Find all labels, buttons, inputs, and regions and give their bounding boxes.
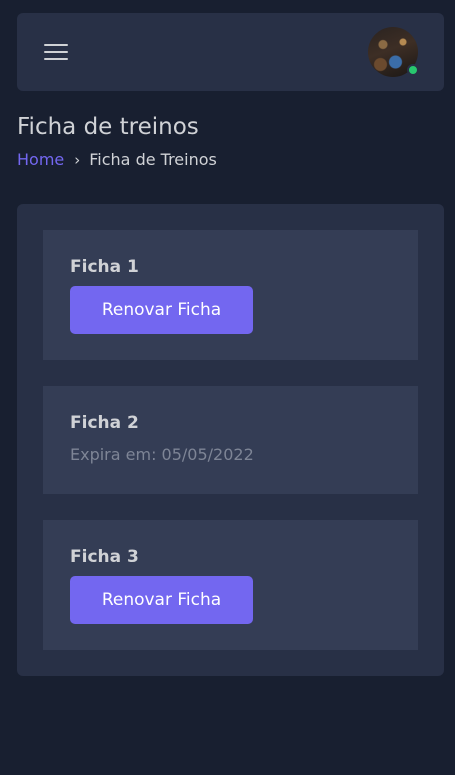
ficha-title: Ficha 2	[70, 413, 139, 433]
hamburger-menu-icon[interactable]	[44, 42, 70, 62]
renovar-ficha-button[interactable]: Renovar Ficha	[70, 576, 253, 624]
menu-line	[44, 58, 68, 60]
chevron-right-icon: ›	[74, 151, 81, 169]
ficha-item-3: Ficha 3 Renovar Ficha	[43, 520, 418, 650]
menu-line	[44, 44, 68, 46]
fichas-card: Ficha 1 Renovar Ficha Ficha 2 Expira em:…	[17, 204, 444, 676]
breadcrumb: Home › Ficha de Treinos	[17, 149, 217, 171]
menu-line	[44, 51, 68, 53]
online-status-dot	[407, 64, 419, 76]
ficha-expiry-text: Expira em: 05/05/2022	[70, 445, 254, 464]
user-avatar[interactable]	[368, 27, 419, 77]
page: Ficha de treinos Home › Ficha de Treinos…	[0, 0, 455, 775]
top-navbar	[17, 13, 444, 91]
ficha-title: Ficha 1	[70, 257, 139, 277]
ficha-item-1: Ficha 1 Renovar Ficha	[43, 230, 418, 360]
ficha-title: Ficha 3	[70, 547, 139, 567]
breadcrumb-home-link[interactable]: Home	[17, 149, 64, 171]
breadcrumb-current: Ficha de Treinos	[89, 150, 217, 169]
renovar-ficha-button[interactable]: Renovar Ficha	[70, 286, 253, 334]
ficha-item-2: Ficha 2 Expira em: 05/05/2022	[43, 386, 418, 494]
page-title: Ficha de treinos	[17, 114, 199, 140]
